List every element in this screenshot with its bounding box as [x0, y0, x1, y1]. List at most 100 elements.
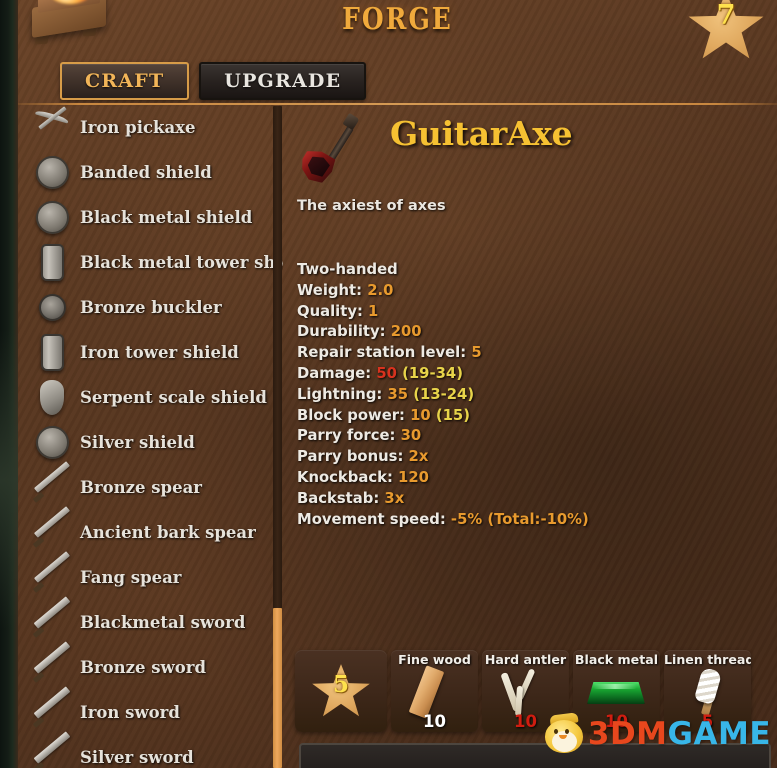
- item-stats-list: Two-handed Weight: 2.0 Quality: 1 Durabilit…: [297, 260, 737, 530]
- ingredient-name: Fine wood: [398, 652, 471, 667]
- stat-line: Repair station level: 5: [297, 343, 737, 364]
- ingredient-slot[interactable]: Black metal 10: [573, 650, 660, 732]
- world-backdrop-strip: [0, 0, 18, 768]
- stat-value: 2x: [408, 448, 429, 466]
- stat-value: 35: [387, 385, 409, 403]
- stat-value-extra: (13-24): [413, 385, 475, 403]
- list-item[interactable]: Silver shield: [18, 420, 283, 465]
- sword-icon: [32, 595, 72, 643]
- stat-line: Parry bonus: 2x: [297, 447, 737, 468]
- stat-label: Damage:: [297, 364, 372, 382]
- tower-shield-icon: [32, 333, 72, 373]
- stat-line: Lightning: 35 (13-24): [297, 385, 737, 406]
- stat-value: 10: [410, 406, 431, 424]
- list-item[interactable]: Bronze buckler: [18, 285, 283, 330]
- stat-label: Weight:: [297, 281, 363, 299]
- hard-antler-icon: [482, 666, 569, 718]
- list-item[interactable]: Black metal tower shield: [18, 240, 283, 285]
- stat-line: Damage: 50 (19-34): [297, 364, 737, 385]
- stat-value: 200: [390, 323, 422, 341]
- list-item-label: Iron sword: [80, 703, 180, 722]
- stat-line: Durability: 200: [297, 322, 737, 343]
- stat-label: Block power:: [297, 406, 405, 424]
- ingredient-name: Black metal: [574, 652, 659, 667]
- ingredient-slot[interactable]: Fine wood 10: [391, 650, 478, 732]
- list-item[interactable]: Fang spear: [18, 550, 283, 600]
- list-item-label: Ancient bark spear: [80, 523, 256, 542]
- ingredient-slot[interactable]: Linen thread 5: [664, 650, 751, 732]
- stat-label: Parry bonus:: [297, 448, 404, 466]
- station-level-badge: 7: [687, 0, 765, 62]
- spear-icon: [32, 505, 72, 553]
- list-item-label: Silver sword: [80, 748, 194, 767]
- stat-value: 30: [400, 427, 422, 445]
- guitar-axe-icon: [298, 112, 376, 190]
- forge-crafting-screen: FORGE 7 CRAFT UPGRADE Iron pickaxe Banded…: [0, 0, 777, 768]
- list-item[interactable]: Silver sword: [18, 730, 283, 768]
- list-item-label: Black metal tower shield: [80, 253, 283, 272]
- sword-icon: [32, 685, 72, 733]
- round-shield-icon: [32, 423, 72, 463]
- list-item-label: Silver shield: [80, 433, 195, 452]
- ingredient-slot[interactable]: Hard antler 10: [482, 650, 569, 732]
- stat-value: 120: [398, 468, 429, 486]
- list-item[interactable]: Serpent scale shield: [18, 375, 283, 420]
- stat-value-extra: (19-34): [402, 364, 463, 382]
- stat-line: Parry force: 30: [297, 426, 737, 447]
- stat-value-extra: (15): [435, 406, 470, 424]
- item-list-scrollbar-thumb[interactable]: [273, 608, 282, 768]
- panel-header: FORGE 7: [18, 0, 777, 59]
- list-item[interactable]: Iron tower shield: [18, 330, 283, 375]
- sword-icon: [32, 640, 72, 688]
- tab-upgrade[interactable]: UPGRADE: [199, 62, 367, 100]
- list-item[interactable]: Ancient bark spear: [18, 505, 283, 555]
- list-item-label: Iron pickaxe: [80, 118, 196, 137]
- stat-label: Parry force:: [297, 427, 396, 445]
- stat-line: Backstab: 3x: [297, 489, 737, 510]
- kite-shield-icon: [32, 378, 72, 418]
- ingredient-count: 5: [701, 712, 714, 731]
- stat-line: Knockback: 120: [297, 468, 737, 489]
- ingredient-name: Hard antler: [484, 652, 567, 667]
- stat-line: Movement speed: -5% (Total:-10%): [297, 510, 737, 531]
- stat-line: Block power: 10 (15): [297, 406, 737, 427]
- page-title: FORGE: [342, 2, 453, 37]
- fine-wood-icon: [391, 665, 478, 719]
- sword-icon: [32, 730, 72, 768]
- stat-value: 1: [368, 302, 379, 320]
- list-item-label: Fang spear: [80, 568, 182, 587]
- round-shield-icon: [32, 153, 72, 193]
- list-item-label: Bronze spear: [80, 478, 202, 497]
- item-description: The axiest of axes: [297, 198, 446, 214]
- list-item[interactable]: Iron pickaxe: [18, 105, 283, 150]
- station-level-value: 7: [716, 0, 736, 31]
- pickaxe-icon: [32, 105, 72, 148]
- crafting-requirements: 5 Fine wood 10 Hard antler 10 Black metal 10 Li…: [295, 650, 751, 732]
- list-item-label: Banded shield: [80, 163, 212, 182]
- ingredient-count: 10: [423, 712, 446, 731]
- list-item[interactable]: Bronze spear: [18, 460, 283, 510]
- craftable-item-list[interactable]: Iron pickaxe Banded shield Black metal shi…: [18, 105, 283, 768]
- stat-label: Knockback:: [297, 468, 393, 486]
- stat-value: 5: [471, 344, 482, 362]
- ingredient-count: 10: [605, 712, 628, 731]
- stat-label: Repair station level:: [297, 344, 467, 362]
- stat-label: Movement speed:: [297, 510, 446, 528]
- stat-value: 3x: [384, 489, 405, 507]
- stat-label: Durability:: [297, 323, 386, 341]
- header-divider: [18, 103, 777, 105]
- list-item[interactable]: Black metal shield: [18, 195, 283, 240]
- list-item-label: Blackmetal sword: [80, 613, 246, 632]
- stat-value-extra: (Total:-10%): [487, 510, 589, 528]
- list-item[interactable]: Blackmetal sword: [18, 595, 283, 645]
- item-detail-panel: GuitarAxe The axiest of axes Two-handed W…: [290, 105, 777, 768]
- list-item[interactable]: Banded shield: [18, 150, 283, 195]
- list-item[interactable]: Bronze sword: [18, 640, 283, 690]
- tower-shield-icon: [32, 243, 72, 283]
- stat-line: Two-handed: [297, 260, 737, 281]
- item-title: GuitarAxe: [390, 114, 573, 153]
- bottom-action-bar[interactable]: [299, 743, 771, 768]
- tab-craft[interactable]: CRAFT: [60, 62, 190, 100]
- list-item[interactable]: Iron sword: [18, 685, 283, 735]
- stat-label: Quality:: [297, 302, 363, 320]
